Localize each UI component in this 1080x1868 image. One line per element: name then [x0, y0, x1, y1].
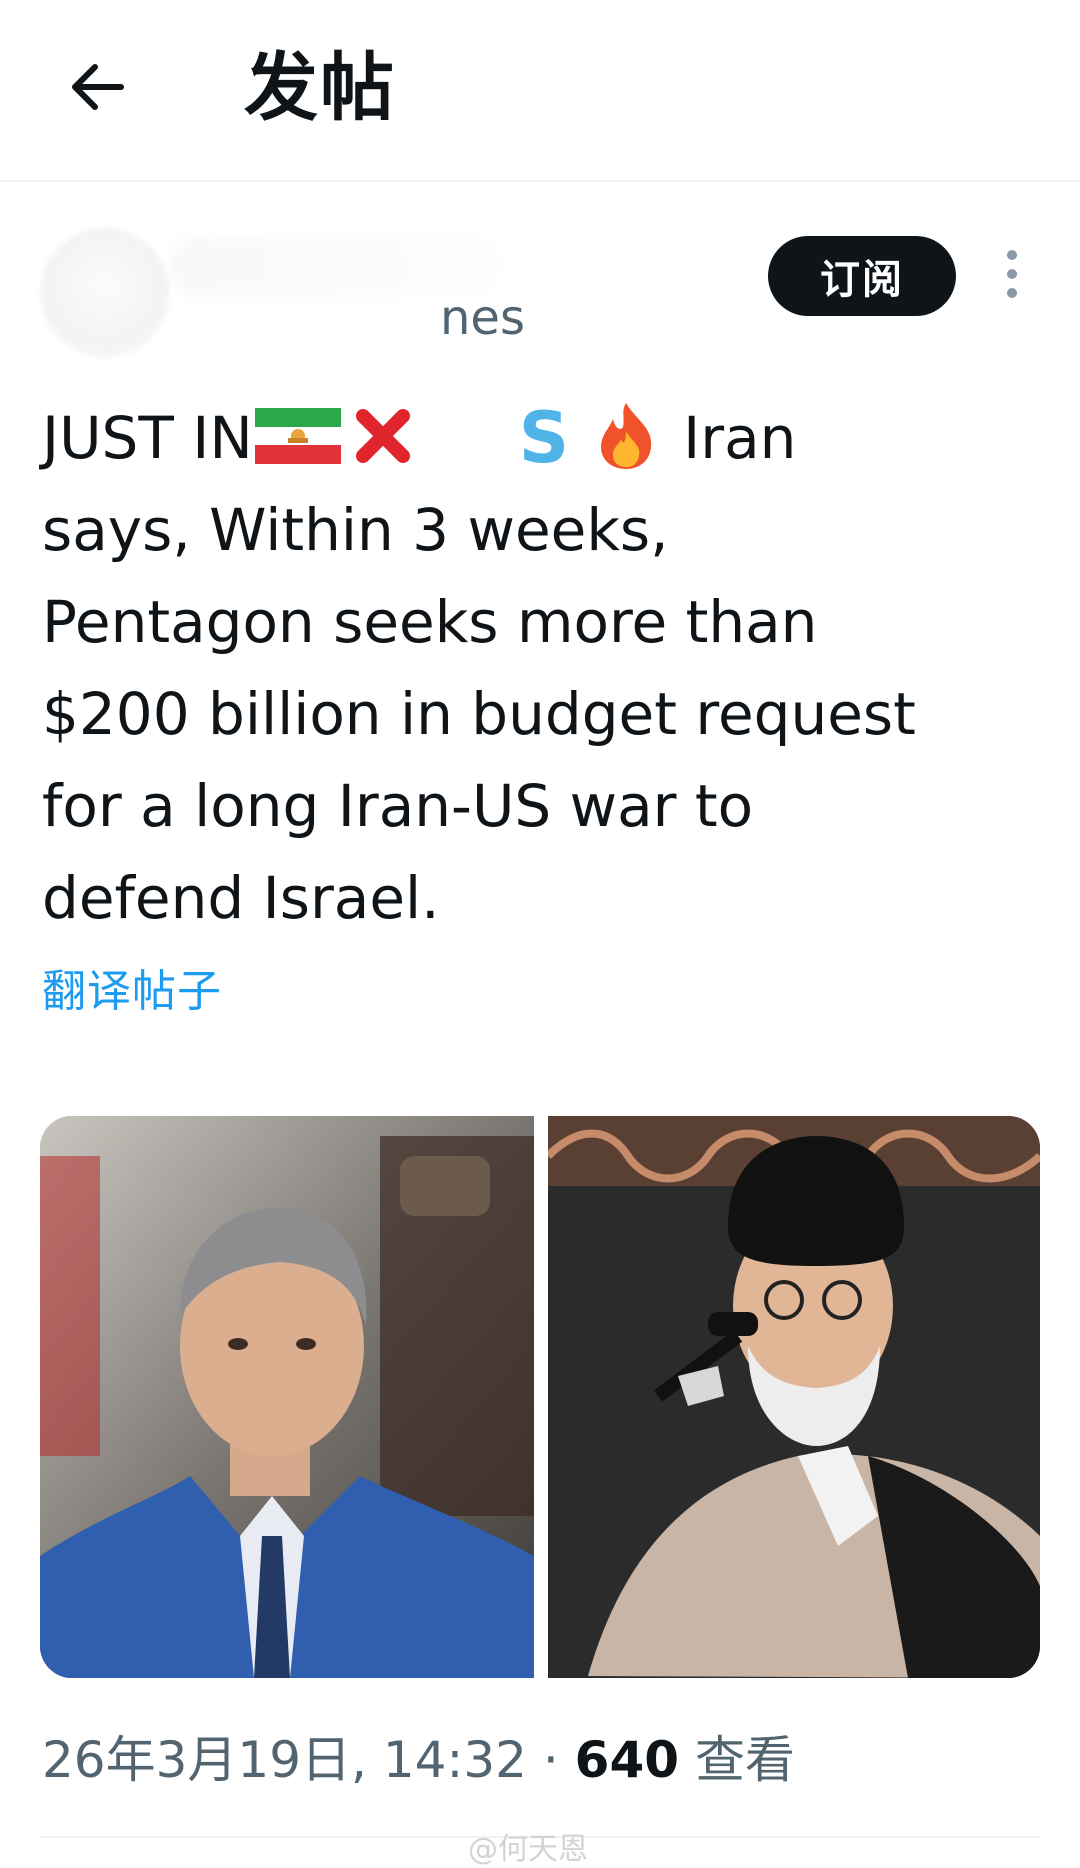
more-options-button[interactable]: [996, 250, 1028, 306]
top-bar: 发帖: [0, 0, 1080, 182]
meta-separator: ·: [542, 1731, 559, 1789]
iran-lion-sun-flag-icon: [254, 407, 341, 464]
arrow-left-icon: [72, 64, 124, 110]
subscribe-button[interactable]: 订阅: [768, 236, 956, 316]
author-name-blurred[interactable]: [170, 236, 500, 296]
post-line-6: defend Israel.: [42, 864, 440, 932]
avatar[interactable]: [40, 228, 170, 358]
post-line-1: JUST IN S Iran: [42, 397, 797, 479]
views-count: 640: [574, 1731, 680, 1789]
photo-man-blue-suit: [40, 1116, 534, 1678]
media-image-1[interactable]: [40, 1116, 534, 1678]
photo-cleric-microphone: [548, 1116, 1040, 1678]
media-image-2[interactable]: [548, 1116, 1040, 1678]
page-title: 发帖: [244, 45, 396, 131]
post-line-5: for a long Iran-US war to: [42, 772, 754, 840]
back-button[interactable]: [62, 52, 132, 122]
post-line-4: $200 billion in budget request: [42, 680, 916, 748]
media-grid: [40, 1116, 1040, 1678]
author-handle[interactable]: nes: [440, 288, 525, 348]
views-label: 查看: [694, 1731, 795, 1789]
s-letter-emoji: S: [518, 397, 570, 479]
red-x-icon: [355, 408, 410, 463]
watermark: @何天恩: [468, 1832, 588, 1867]
post-line-3: Pentagon seeks more than: [42, 588, 818, 656]
more-vertical-icon: [1007, 250, 1017, 260]
fire-icon: [601, 402, 652, 469]
post-line-2: says, Within 3 weeks,: [42, 496, 669, 564]
post-timestamp[interactable]: 26年3月19日, 14:32: [42, 1731, 527, 1789]
translate-post-link[interactable]: 翻译帖子: [42, 962, 222, 1022]
post-text: JUST IN S Iran says, Within 3 weeks, Pen…: [42, 388, 1042, 944]
post-meta: 26年3月19日, 14:32 · 640 查看: [42, 1725, 795, 1795]
